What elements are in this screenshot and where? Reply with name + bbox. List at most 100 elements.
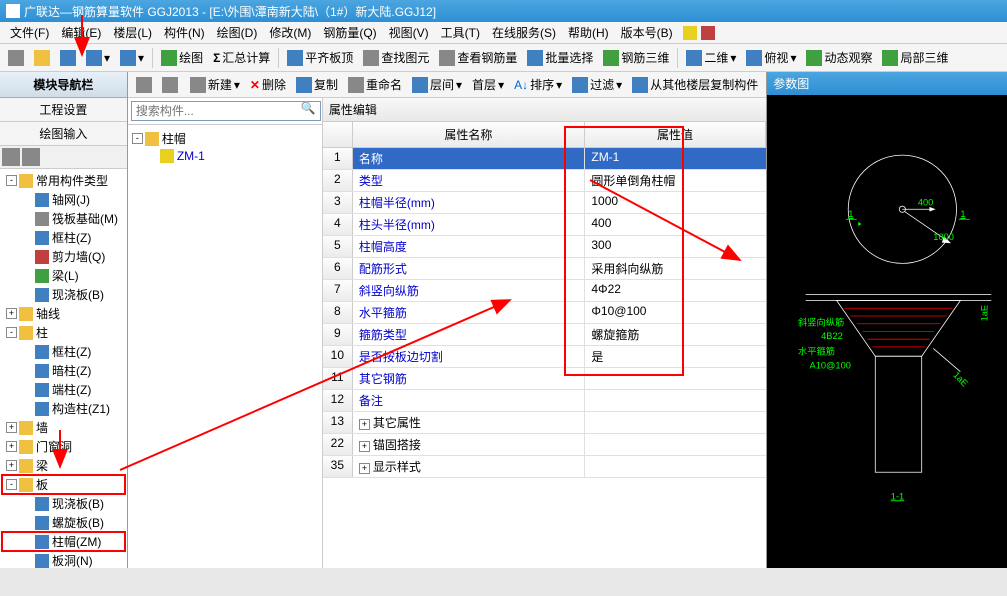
expand-toggle[interactable]: + xyxy=(359,463,370,474)
tree-node[interactable]: 筏板基础(M) xyxy=(2,209,125,228)
menu-rebar[interactable]: 钢筋量(Q) xyxy=(317,22,382,43)
prop-row-value[interactable] xyxy=(585,412,766,433)
tree-node[interactable]: -柱 xyxy=(2,323,125,342)
component-tree[interactable]: - 柱帽 ZM-1 xyxy=(128,125,322,568)
open-button[interactable] xyxy=(30,48,54,68)
tree-node[interactable]: +梁 xyxy=(2,456,125,475)
prop-row-value[interactable] xyxy=(585,434,766,455)
tree-node[interactable]: 端柱(Z) xyxy=(2,380,125,399)
filter-button[interactable]: 过滤▾ xyxy=(568,74,626,95)
menu-file[interactable]: 文件(F) xyxy=(4,22,55,43)
hardhat-icon[interactable] xyxy=(683,26,697,40)
nav-tree[interactable]: -常用构件类型轴网(J)筏板基础(M)框柱(Z)剪力墙(Q)梁(L)现浇板(B)… xyxy=(0,169,127,568)
prop-row[interactable]: 1名称ZM-1 xyxy=(323,148,766,170)
prop-row[interactable]: 13+其它属性 xyxy=(323,412,766,434)
redo-button[interactable]: ▾ xyxy=(116,48,148,68)
prop-row[interactable]: 11其它钢筋 xyxy=(323,368,766,390)
ctree-root[interactable]: - 柱帽 xyxy=(132,129,318,148)
tree-node[interactable]: 现浇板(B) xyxy=(2,494,125,513)
nav-project-settings[interactable]: 工程设置 xyxy=(0,98,127,122)
tree-toggle[interactable]: - xyxy=(6,175,17,186)
menu-tools[interactable]: 工具(T) xyxy=(435,22,486,43)
new-button[interactable]: 新建▾ xyxy=(186,74,244,95)
tree-toggle[interactable]: + xyxy=(6,460,17,471)
prop-row[interactable]: 7斜竖向纵筋4Φ22 xyxy=(323,280,766,302)
menu-online[interactable]: 在线服务(S) xyxy=(486,22,562,43)
menu-help[interactable]: 帮助(H) xyxy=(562,22,615,43)
tree-toggle[interactable]: - xyxy=(6,327,17,338)
prop-row[interactable]: 9箍筋类型螺旋箍筋 xyxy=(323,324,766,346)
tree-node[interactable]: 板洞(N) xyxy=(2,551,125,568)
tree-node[interactable]: 构造柱(Z1) xyxy=(2,399,125,418)
prop-row[interactable]: 12备注 xyxy=(323,390,766,412)
group-button[interactable]: 层间▾ xyxy=(408,74,466,95)
tree-node[interactable]: -板 xyxy=(2,475,125,494)
flag-icon[interactable] xyxy=(701,26,715,40)
tree-node[interactable]: 剪力墙(Q) xyxy=(2,247,125,266)
tree-node[interactable]: +轴线 xyxy=(2,304,125,323)
prop-row[interactable]: 3柱帽半径(mm)1000 xyxy=(323,192,766,214)
search-input[interactable] xyxy=(131,101,321,121)
nav-tool-1[interactable] xyxy=(2,148,20,166)
tree-toggle[interactable]: + xyxy=(6,308,17,319)
prop-row[interactable]: 4柱头半径(mm)400 xyxy=(323,214,766,236)
prop-row-value[interactable] xyxy=(585,456,766,477)
tree-node[interactable]: 轴网(J) xyxy=(2,190,125,209)
expand-toggle[interactable]: + xyxy=(359,441,370,452)
tree-node[interactable]: 框柱(Z) xyxy=(2,228,125,247)
nav-tool-2[interactable] xyxy=(22,148,40,166)
local3d-button[interactable]: 局部三维 xyxy=(878,47,952,68)
sort-button[interactable]: A↓排序▾ xyxy=(510,74,566,95)
new-file-button[interactable] xyxy=(4,48,28,68)
nav-draw-input[interactable]: 绘图输入 xyxy=(0,122,127,146)
sum-button[interactable]: Σ 汇总计算 xyxy=(209,47,274,68)
prop-row[interactable]: 5柱帽高度300 xyxy=(323,236,766,258)
tree-toggle[interactable]: - xyxy=(6,479,17,490)
prop-row[interactable]: 10是否按板边切割是 xyxy=(323,346,766,368)
prop-row[interactable]: 8水平箍筋Φ10@100 xyxy=(323,302,766,324)
expand-toggle[interactable]: + xyxy=(359,419,370,430)
draw-button[interactable]: 绘图 xyxy=(157,47,207,68)
menu-floor[interactable]: 楼层(L) xyxy=(107,22,158,43)
tree-toggle[interactable]: + xyxy=(6,422,17,433)
dynview-button[interactable]: 动态观察 xyxy=(802,47,876,68)
tree-node[interactable]: +门窗洞 xyxy=(2,437,125,456)
batch-select-button[interactable]: 批量选择 xyxy=(523,47,597,68)
rename-button[interactable]: 重命名 xyxy=(344,74,406,95)
ctree-child[interactable]: ZM-1 xyxy=(132,148,318,164)
prop-row-value[interactable] xyxy=(585,390,766,411)
search-button[interactable]: 🔍 xyxy=(301,101,319,119)
floor-dropdown[interactable]: 首层 ▾ xyxy=(468,74,508,95)
save-button[interactable] xyxy=(56,48,80,68)
menu-modify[interactable]: 修改(M) xyxy=(263,22,317,43)
tree-node[interactable]: 框柱(Z) xyxy=(2,342,125,361)
tree-node[interactable]: 柱帽(ZM) xyxy=(2,532,125,551)
ct-icon1[interactable] xyxy=(132,75,156,95)
find-rebar-button[interactable]: 查看钢筋量 xyxy=(435,47,521,68)
copy-button[interactable]: 复制 xyxy=(292,74,342,95)
menu-component[interactable]: 构件(N) xyxy=(158,22,211,43)
from-other-button[interactable]: 从其他楼层复制构件 xyxy=(628,74,762,95)
rebar-3d-button[interactable]: 钢筋三维 xyxy=(599,47,673,68)
prop-row[interactable]: 22+锚固搭接 xyxy=(323,434,766,456)
prop-row[interactable]: 2类型圆形单倒角柱帽 xyxy=(323,170,766,192)
prop-row[interactable]: 6配筋形式采用斜向纵筋 xyxy=(323,258,766,280)
tree-node[interactable]: 螺旋板(B) xyxy=(2,513,125,532)
tree-node[interactable]: 现浇板(B) xyxy=(2,285,125,304)
tree-node[interactable]: 暗柱(Z) xyxy=(2,361,125,380)
find-primitive-button[interactable]: 查找图元 xyxy=(359,47,433,68)
menu-view[interactable]: 视图(V) xyxy=(383,22,435,43)
tree-toggle[interactable]: + xyxy=(6,441,17,452)
tree-node[interactable]: +墙 xyxy=(2,418,125,437)
prop-row[interactable]: 35+显示样式 xyxy=(323,456,766,478)
delete-button[interactable]: ✕ 删除 xyxy=(246,74,290,95)
menu-draw[interactable]: 绘图(D) xyxy=(211,22,264,43)
undo-button[interactable]: ▾ xyxy=(82,48,114,68)
tree-node[interactable]: 梁(L) xyxy=(2,266,125,285)
flat-button[interactable]: 平齐板顶 xyxy=(283,47,357,68)
menu-edit[interactable]: 编辑(E) xyxy=(55,22,107,43)
menu-version[interactable]: 版本号(B) xyxy=(615,22,679,43)
tree-node[interactable]: -常用构件类型 xyxy=(2,171,125,190)
overlook-button[interactable]: 俯视▾ xyxy=(742,47,800,68)
ct-icon2[interactable] xyxy=(158,75,182,95)
